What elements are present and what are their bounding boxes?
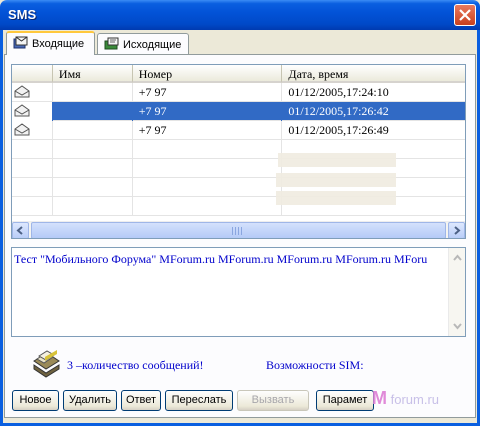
row-icon-cell [12, 102, 53, 121]
scroll-thumb[interactable] [31, 222, 446, 238]
row-datetime: 01/12/2005,17:26:49 [288, 123, 389, 137]
arrow-left-icon [16, 226, 23, 235]
row-datetime: 01/12/2005,17:24:10 [288, 85, 389, 99]
vertical-scrollbar[interactable] [448, 248, 465, 336]
scroll-right-button[interactable] [448, 222, 465, 238]
inbox-icon [13, 36, 28, 49]
reply-button[interactable]: Ответ [121, 390, 161, 411]
horizontal-scrollbar[interactable] [12, 221, 465, 238]
message-text: Тест "Мобильного Форума" MForum.ru MForu… [14, 252, 428, 266]
table-row[interactable]: +7 97 01/12/2005,17:24:10 [12, 83, 465, 102]
row-icon-cell [12, 121, 53, 140]
outbox-icon [104, 37, 119, 50]
row-icon-cell [12, 83, 53, 102]
redaction-block [278, 153, 396, 167]
settings-button[interactable]: Парамет [316, 390, 374, 411]
watermark-logo: M forum.ru [372, 388, 439, 409]
row-number: +7 97 [133, 121, 283, 140]
message-body[interactable]: Тест "Мобильного Форума" MForum.ru MForu… [11, 247, 466, 337]
table-row-selected[interactable]: +7 97 01/12/2005,17:26:42 [12, 102, 465, 121]
column-header-datetime[interactable]: Дата, время [282, 65, 465, 83]
title-bar[interactable]: SMS [0, 0, 480, 30]
arrow-down-icon [453, 323, 462, 330]
redaction-block [276, 191, 396, 205]
call-button[interactable]: Вызвать [237, 390, 309, 411]
column-header-name[interactable]: Имя [52, 65, 133, 83]
tab-outbox[interactable]: Исходящие [97, 33, 189, 54]
envelope-read-icon [14, 123, 30, 136]
sim-capabilities-link[interactable]: Возможности SIM: [266, 358, 364, 373]
row-name [53, 121, 133, 140]
envelope-read-icon [14, 104, 30, 117]
message-list[interactable]: Имя Номер Дата, время +7 97 01/12/2005,1… [11, 64, 466, 239]
message-count-label: 3 –количество сообщений! [67, 358, 204, 372]
row-name [53, 83, 133, 102]
close-icon [459, 9, 471, 21]
empty-row [12, 140, 465, 159]
new-button[interactable]: Новое [12, 390, 59, 411]
forward-button[interactable]: Переслать [165, 390, 233, 411]
tab-inbox-label: Входящие [32, 38, 85, 50]
row-name [53, 102, 133, 121]
window-title: SMS [8, 7, 37, 22]
watermark-mark: M [372, 388, 387, 408]
close-button[interactable] [454, 4, 476, 26]
row-number: +7 97 [133, 102, 283, 121]
column-header-icon[interactable] [12, 65, 53, 83]
empty-row [12, 197, 465, 216]
redaction-block [276, 173, 396, 187]
empty-row [12, 178, 465, 197]
list-rows: +7 97 01/12/2005,17:24:10 +7 97 01/12/20… [12, 83, 465, 216]
arrow-right-icon [454, 226, 461, 235]
list-header: Имя Номер Дата, время [12, 65, 465, 83]
scroll-left-button[interactable] [12, 222, 29, 238]
message-stack-icon [33, 349, 60, 378]
tab-outbox-label: Исходящие [123, 39, 182, 51]
envelope-read-icon [14, 85, 30, 98]
row-datetime: 01/12/2005,17:26:42 [288, 104, 389, 118]
column-header-number[interactable]: Номер [132, 65, 283, 83]
tab-inbox[interactable]: Входящие [6, 31, 95, 55]
table-row[interactable]: +7 97 01/12/2005,17:26:49 [12, 121, 465, 140]
arrow-up-icon [453, 254, 462, 261]
empty-row [12, 159, 465, 178]
watermark-text: forum.ru [390, 392, 440, 407]
row-number: +7 97 [133, 83, 283, 102]
delete-button[interactable]: Удалить [63, 390, 117, 411]
